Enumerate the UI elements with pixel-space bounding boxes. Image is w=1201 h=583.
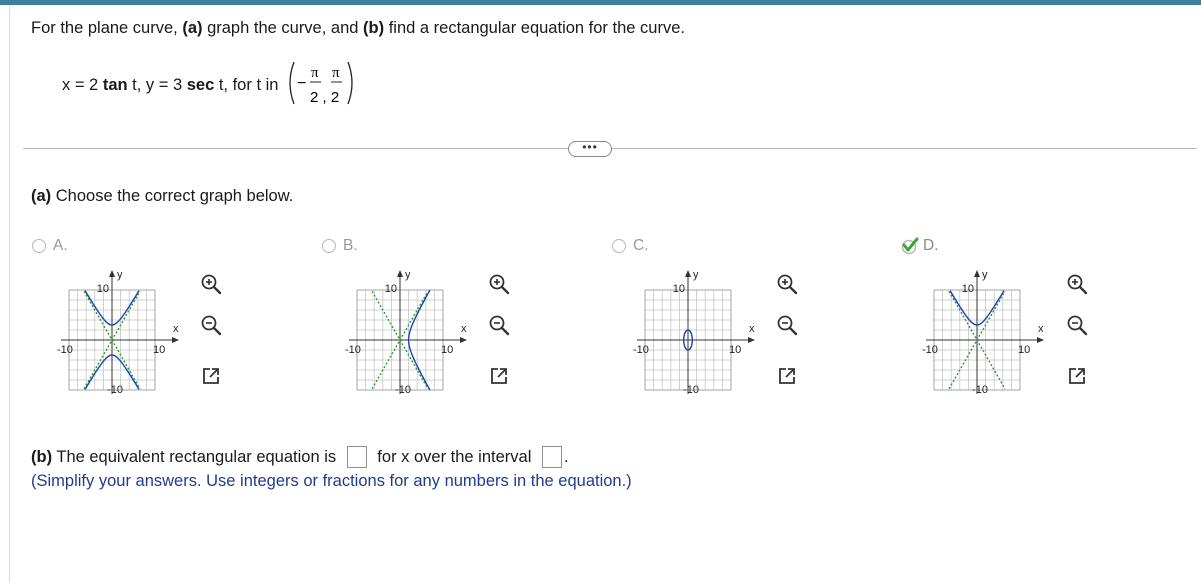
part-b-prompt: (b) The equivalent rectangular equation … [31,446,569,468]
graph-b-popout-icon[interactable] [487,364,511,388]
part-b-text-1: The equivalent rectangular equation is [52,447,341,466]
graph-a-y-arrow [109,270,115,277]
interval-denominators: 2 , 2 [310,89,339,106]
graph-a-popout-icon[interactable] [199,364,223,388]
graph-b-y-bottom-tick: -10 [395,384,411,396]
graph-a-y-bottom-tick: -10 [107,384,123,396]
left-rule [9,5,10,583]
graph-b-x-arrow [460,337,467,343]
graph-c-zoom-out-icon[interactable] [775,313,799,337]
part-b-end: . [563,447,569,466]
top-accent-bar [0,0,1201,5]
prompt-b-text: find a rectangular equation for the curv… [384,19,685,37]
graph-c-y-bottom-tick: -10 [683,384,699,396]
graph-d-x-pos-tick: 10 [1018,344,1030,356]
choice-d-label: D. [923,237,939,254]
interval-minus: − [297,75,306,92]
interval-notation: − π π 2 , 2 [289,61,353,106]
graph-a-x-pos-tick: 10 [153,344,165,356]
graph-d-y-arrow [974,270,980,277]
choice-d[interactable]: D. [901,237,939,255]
graph-d-zoom-out-icon[interactable] [1065,313,1089,337]
graph-d-x-arrow [1037,337,1044,343]
choice-b[interactable]: B. [322,237,358,255]
graph-b-y-top-tick: 10 [385,283,397,295]
choice-c[interactable]: C. [612,237,649,255]
graph-b-x-neg-tick: -10 [345,344,361,356]
graph-c-y-arrow [685,270,691,277]
graph-d-y-bottom-tick: -10 [972,384,988,396]
part-b-label: (b) [31,447,53,466]
graph-a-y-label: y [117,269,123,281]
prompt-b-label: (b) [363,19,385,37]
graph-d-x-neg-tick: -10 [922,344,938,356]
graph-b-zoom-in-icon[interactable] [487,272,511,296]
part-b-text-2: for x over the interval [372,447,536,466]
graph-a-zoom-out-icon[interactable] [199,313,223,337]
graph-b-y-arrow [397,270,403,277]
graph-a-x-neg-tick: -10 [57,344,73,356]
x-equation: x = 2 [62,76,103,94]
graph-c-x-neg-tick: -10 [633,344,649,356]
graph-b-y-label: y [405,269,411,281]
graph-c-popout-icon[interactable] [775,364,799,388]
graph-a-x-arrow [172,337,179,343]
y-equation: t, y = 3 [127,76,187,94]
graph-c-x-pos-tick: 10 [729,344,741,356]
graph-c-y-label: y [693,269,699,281]
graph-c[interactable]: y x 10 -10 -10 10 [633,262,758,402]
part-a-label: (a) [31,187,52,205]
interval-answer-box[interactable] [541,446,562,468]
prompt-a-label: (a) [182,19,203,37]
choice-a-label: A. [53,237,68,254]
graph-a-zoom-in-icon[interactable] [199,272,223,296]
graph-c-zoom-in-icon[interactable] [775,272,799,296]
graph-d[interactable]: y x 10 -10 -10 10 [922,262,1047,402]
choice-c-label: C. [633,237,649,254]
graph-c-x-arrow [748,337,755,343]
choice-a[interactable]: A. [32,237,68,255]
graph-b[interactable]: y x 10 -10 -10 10 [345,262,470,402]
part-a-prompt: (a) Choose the correct graph below. [31,187,293,206]
graph-b-x-pos-tick: 10 [441,344,453,356]
graph-b-x-label: x [461,323,467,335]
parametric-equations: x = 2 tan t, y = 3 sec t, for t in [62,76,278,95]
prompt-a-text: graph the curve, and [202,19,364,37]
equation-answer-box[interactable] [346,446,367,468]
part-a-text: Choose the correct graph below. [51,187,294,205]
tan-fn: tan [102,76,128,94]
question-prompt: For the plane curve, (a) graph the curve… [31,19,685,38]
radio-d-selected[interactable] [901,237,919,255]
sec-fn: sec [186,76,215,94]
graph-a-y-top-tick: 10 [97,283,109,295]
interval-pi-2: π [332,65,340,81]
graph-a[interactable]: y x 10 -10 -10 10 [57,262,182,402]
graph-a-x-label: x [173,323,179,335]
prompt-text: For the plane curve, [31,19,183,37]
choice-b-label: B. [343,237,358,254]
graph-c-x-label: x [749,323,755,335]
graph-c-y-top-tick: 10 [673,283,685,295]
graph-d-popout-icon[interactable] [1065,364,1089,388]
expand-ellipsis-button[interactable]: ••• [568,141,612,157]
interval-pi-1: π [311,65,319,81]
radio-c[interactable] [612,239,626,253]
graph-d-y-label: y [982,269,988,281]
for-t-in: t, for t in [214,76,279,94]
graph-b-zoom-out-icon[interactable] [487,313,511,337]
radio-b[interactable] [322,239,336,253]
graph-d-x-label: x [1038,323,1044,335]
radio-a[interactable] [32,239,46,253]
graph-d-zoom-in-icon[interactable] [1065,272,1089,296]
simplify-hint: (Simplify your answers. Use integers or … [31,472,632,490]
graph-d-y-top-tick: 10 [962,283,974,295]
